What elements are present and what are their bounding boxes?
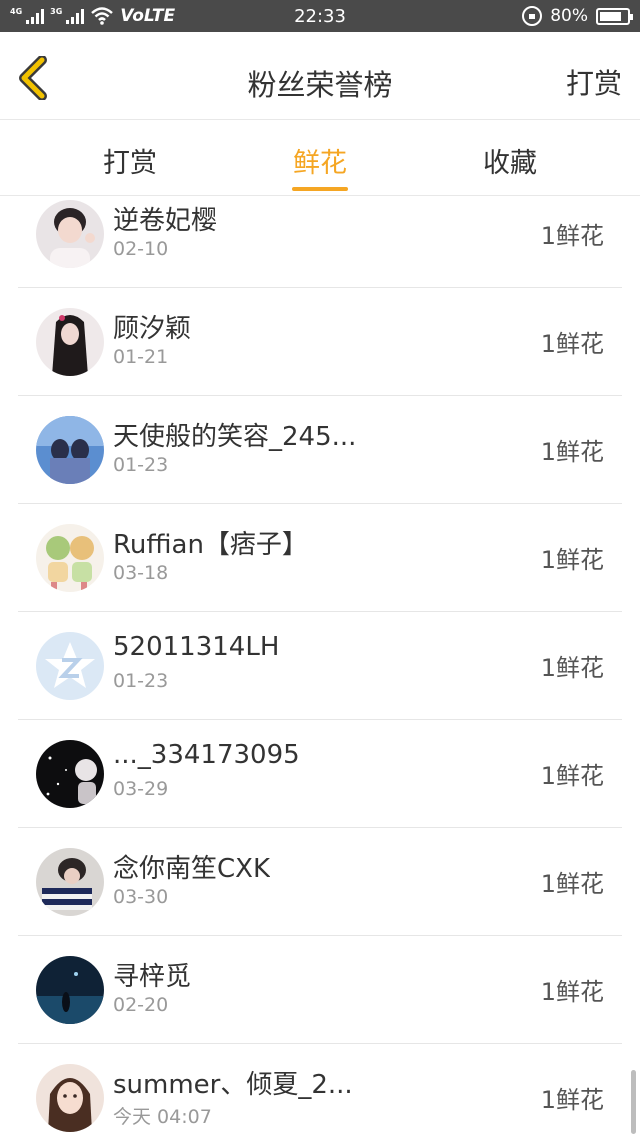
date: 03-30 (113, 886, 169, 908)
date: 01-21 (113, 346, 169, 368)
flower-count: 1鲜花 (540, 654, 604, 682)
flower-count: 1鲜花 (540, 222, 604, 250)
avatar[interactable] (36, 416, 104, 484)
tab-bar: 打赏 鲜花 收藏 (0, 121, 640, 196)
avatar[interactable] (36, 200, 104, 268)
flower-count: 1鲜花 (540, 1086, 604, 1114)
navigation-bar: 粉丝荣誉榜 打赏 (0, 32, 640, 120)
list-item[interactable]: 52011314LH 01-23 1鲜花 (0, 612, 640, 720)
avatar-girl-peace-icon (36, 200, 104, 268)
list-item[interactable]: 念你南笙CXK 03-30 1鲜花 (0, 828, 640, 936)
avatar[interactable] (36, 524, 104, 592)
user-name[interactable]: 寻梓觅 (113, 956, 191, 993)
tab-tip[interactable]: 打赏 (70, 141, 190, 180)
list-item[interactable]: 寻梓觅 02-20 1鲜花 (0, 936, 640, 1044)
scrollbar[interactable] (631, 1070, 636, 1134)
avatar-dark-sparkle-icon (36, 740, 104, 808)
avatar[interactable] (36, 956, 104, 1024)
list-item[interactable]: 逆卷妃樱 02-10 1鲜花 (0, 196, 640, 288)
flower-count: 1鲜花 (540, 978, 604, 1006)
user-name[interactable]: summer、倾夏_2... (113, 1064, 353, 1101)
avatar[interactable] (36, 308, 104, 376)
user-name[interactable]: Ruffian【痞子】 (113, 524, 308, 561)
date: 今天 04:07 (113, 1106, 212, 1128)
fan-list[interactable]: 逆卷妃樱 02-10 1鲜花 顾汐颖 01-21 1鲜花 天使般的笑容_245.… (0, 196, 640, 1138)
avatar-night-sky-icon (36, 956, 104, 1024)
list-item[interactable]: 顾汐颖 01-21 1鲜花 (0, 288, 640, 396)
flower-count: 1鲜花 (540, 438, 604, 466)
list-item[interactable]: ..._334173095 03-29 1鲜花 (0, 720, 640, 828)
avatar-couple-blue-icon (36, 416, 104, 484)
avatar[interactable] (36, 1064, 104, 1132)
avatar-cartoon-pair-icon (36, 524, 104, 592)
flower-count: 1鲜花 (540, 762, 604, 790)
tab-flowers[interactable]: 鲜花 (260, 141, 380, 180)
list-item[interactable]: 天使般的笑容_245... 01-23 1鲜花 (0, 396, 640, 504)
status-bar: 4G 3G VoLTE 22:33 80% (0, 0, 640, 32)
avatar-striped-girl-icon (36, 848, 104, 916)
date: 02-10 (113, 238, 169, 260)
flower-count: 1鲜花 (540, 330, 604, 358)
avatar-girl-dark-hair-icon (36, 308, 104, 376)
list-item[interactable]: Ruffian【痞子】 03-18 1鲜花 (0, 504, 640, 612)
user-name[interactable]: 52011314LH (113, 632, 279, 662)
user-name[interactable]: 天使般的笑容_245... (113, 416, 356, 453)
date: 03-18 (113, 562, 169, 584)
date: 03-29 (113, 778, 169, 800)
status-time: 22:33 (294, 5, 346, 27)
flower-count: 1鲜花 (540, 870, 604, 898)
avatar[interactable] (36, 740, 104, 808)
date: 01-23 (113, 670, 169, 692)
page-title: 粉丝荣誉榜 (247, 68, 393, 102)
flower-count: 1鲜花 (540, 546, 604, 574)
user-name[interactable]: 逆卷妃樱 (113, 200, 217, 237)
user-name[interactable]: ..._334173095 (113, 740, 300, 770)
avatar-default-star-icon (36, 632, 104, 700)
battery-icon (596, 7, 633, 25)
tip-button[interactable]: 打赏 (566, 62, 622, 102)
date: 01-23 (113, 454, 169, 476)
user-name[interactable]: 念你南笙CXK (113, 848, 270, 885)
tab-favorites[interactable]: 收藏 (450, 141, 570, 180)
avatar-girl-portrait-icon (36, 1064, 104, 1132)
active-tab-indicator (292, 187, 348, 191)
date: 02-20 (113, 994, 169, 1016)
avatar[interactable] (36, 632, 104, 700)
list-item[interactable]: summer、倾夏_2... 今天 04:07 1鲜花 (0, 1044, 640, 1138)
user-name[interactable]: 顾汐颖 (113, 308, 191, 345)
avatar[interactable] (36, 848, 104, 916)
